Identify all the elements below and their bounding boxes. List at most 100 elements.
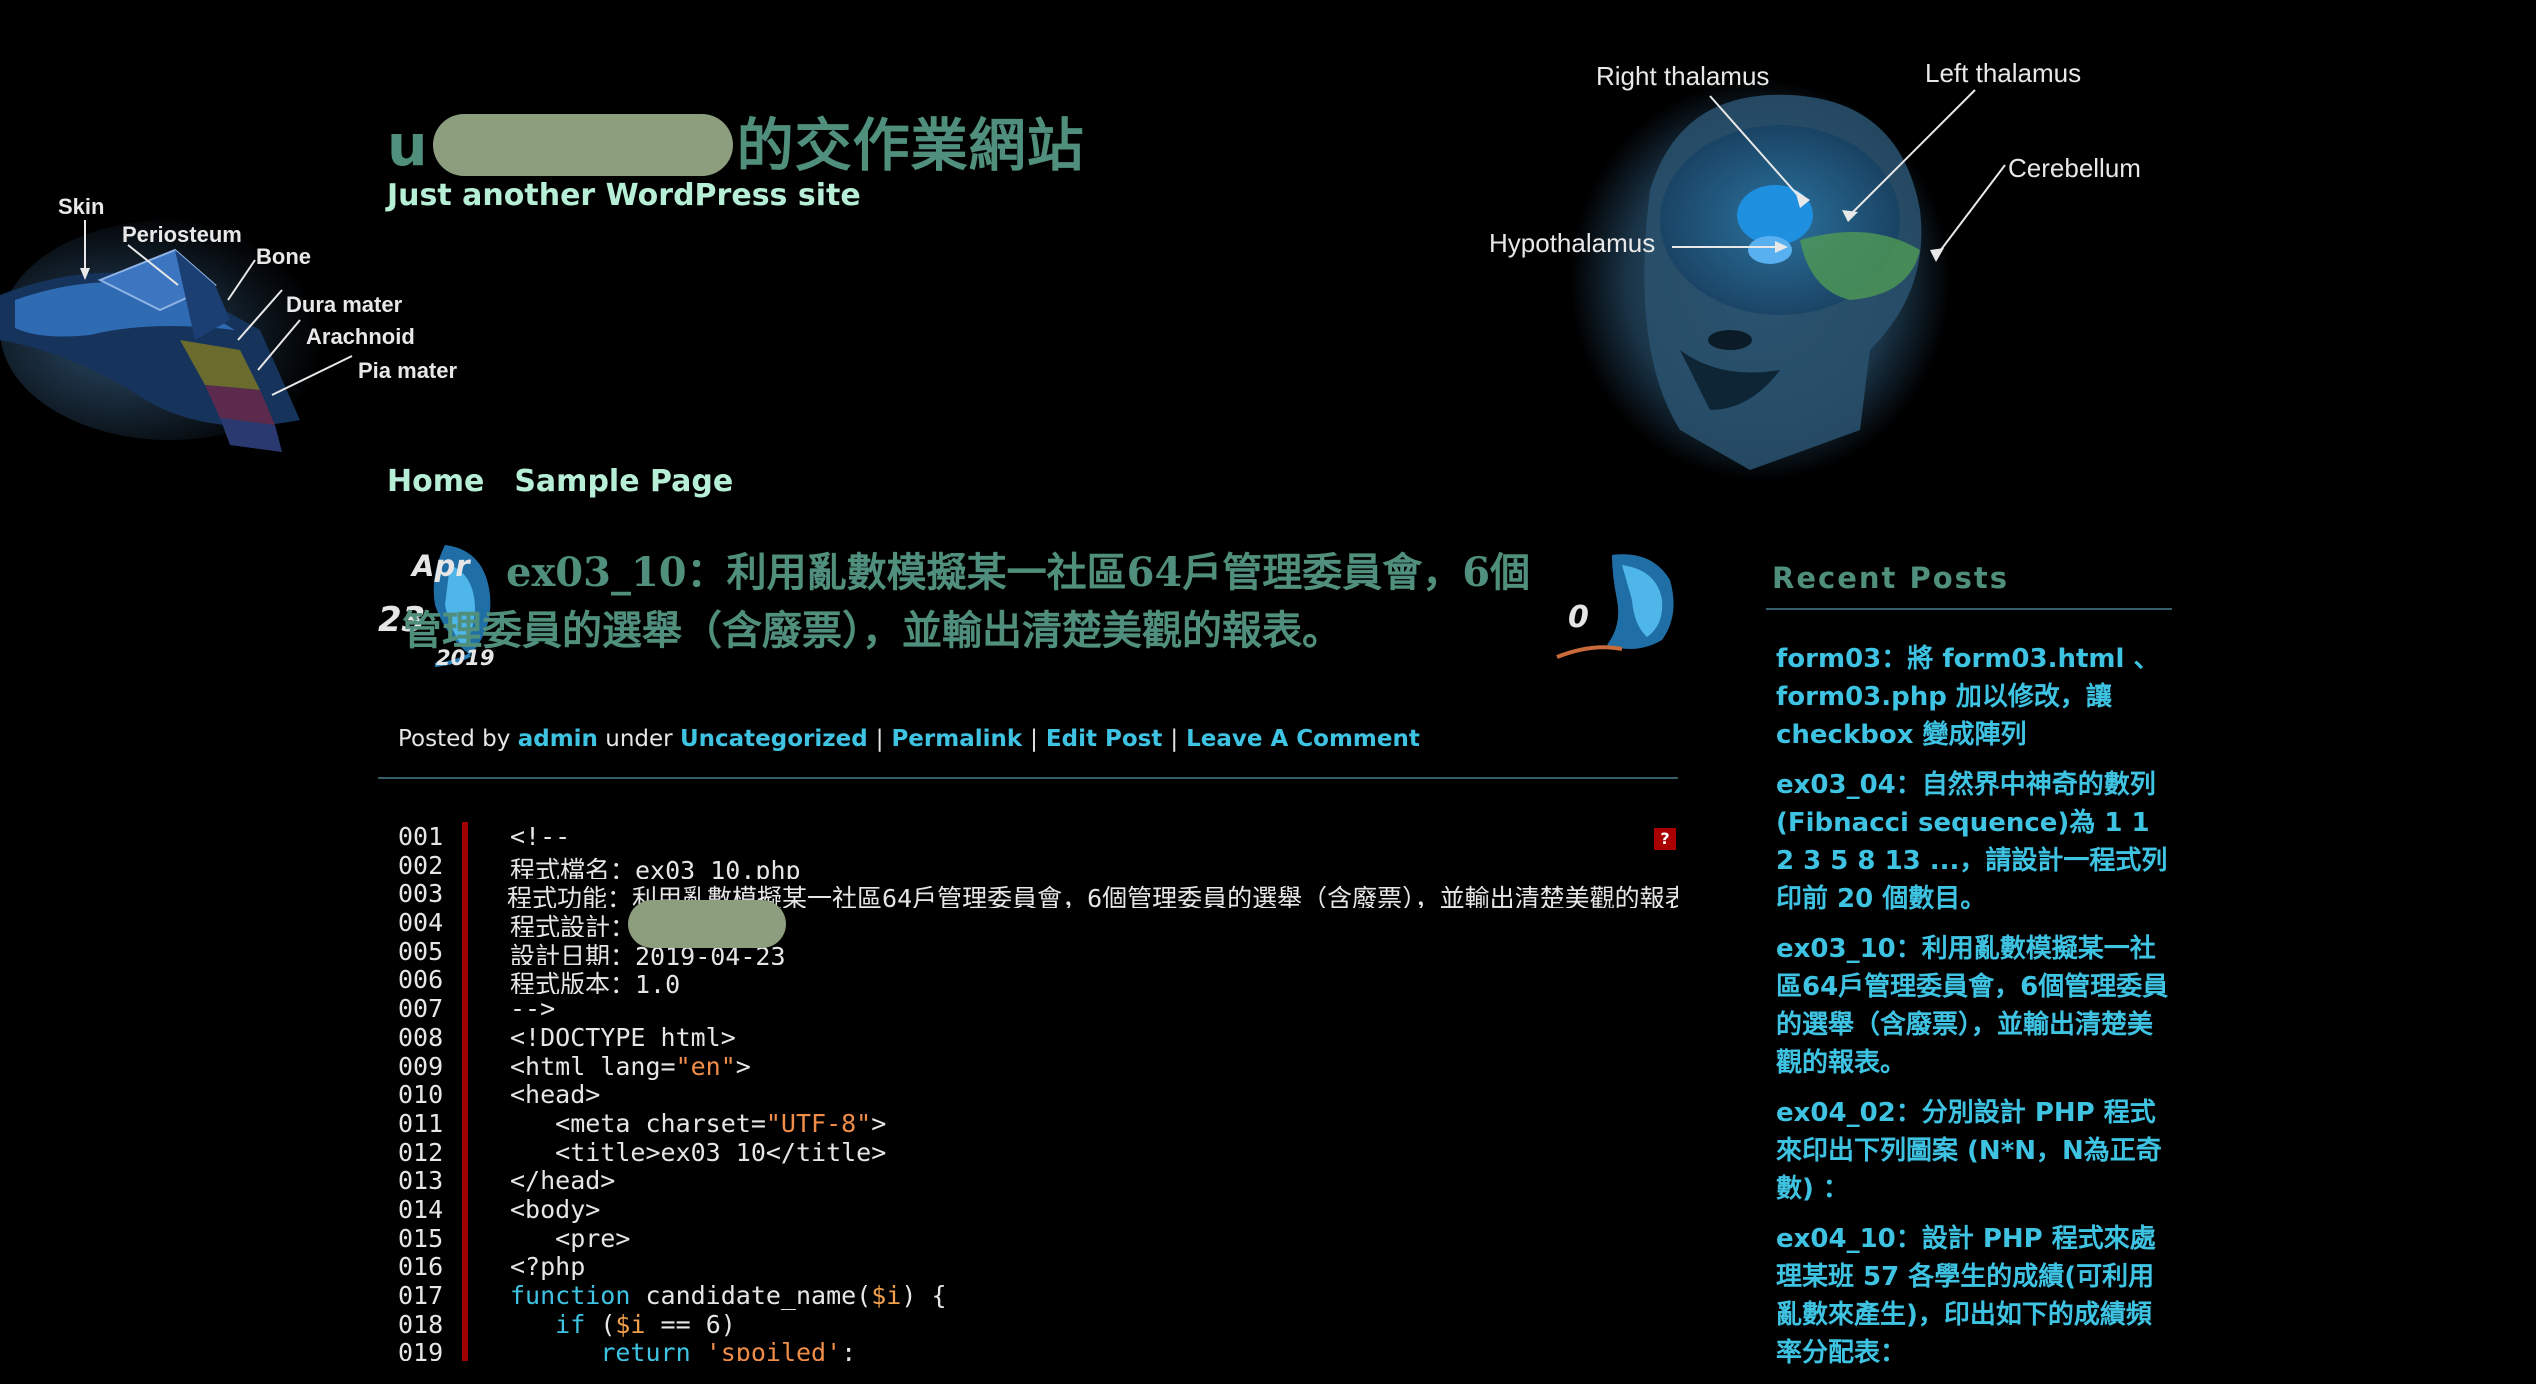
list-item: ex03_10：利用亂數模擬某一社區64戶管理委員會，6個管理委員的選舉（含廢票… <box>1776 930 2176 1082</box>
code-text: <!DOCTYPE html> <box>496 1023 736 1052</box>
code-text: <!-- <box>496 822 570 851</box>
label-hypothalamus: Hypothalamus <box>1489 228 1655 258</box>
brain-illustration: Right thalamus Left thalamus Cerebellum … <box>1489 58 2141 480</box>
code-line: 005 設計日期：2019-04-23 <box>398 937 1678 966</box>
code-line: 001 <!-- <box>398 822 1678 851</box>
code-token: 程式檔名：ex03_10.php <box>510 855 801 880</box>
recent-post-link[interactable]: ex03_04：自然界中神奇的數列(Fibnacci sequence)為 1 … <box>1776 770 2167 914</box>
code-token: $i <box>615 1309 646 1339</box>
code-text: 程式檔名：ex03_10.php <box>496 851 801 880</box>
code-text: <body> <box>496 1195 600 1224</box>
label-skin: Skin <box>58 194 104 219</box>
post-meta: Posted by admin under Uncategorized | Perm… <box>398 726 1420 752</box>
list-item: ex04_02：分別設計 PHP 程式來印出下列圖案 (N*N，N為正奇數) ： <box>1776 1094 2176 1208</box>
line-number: 002 <box>398 850 444 880</box>
list-item: form03：將 form03.html 、form03.php 加以修改，讓 … <box>1776 640 2176 754</box>
label-periosteum: Periosteum <box>122 222 242 247</box>
list-item: ex03_04：自然界中神奇的數列(Fibnacci sequence)為 1 … <box>1776 766 2176 918</box>
code-token: "UTF-8" <box>765 1108 872 1138</box>
code-line: 008 <!DOCTYPE html> <box>398 1023 1678 1052</box>
recent-posts-heading: Recent Posts <box>1772 561 2010 595</box>
category-link[interactable]: Uncategorized <box>680 726 868 752</box>
recent-post-link[interactable]: form03：將 form03.html 、form03.php 加以修改，讓 … <box>1776 644 2159 750</box>
code-text: <title>ex03_10</title> <box>496 1138 886 1167</box>
code-token: ) { <box>901 1281 947 1310</box>
line-number: 008 <box>398 1022 444 1052</box>
author-link[interactable]: admin <box>518 726 598 752</box>
code-token: --> <box>510 994 556 1023</box>
code-token: <?php <box>510 1252 586 1281</box>
line-number: 011 <box>398 1108 444 1138</box>
code-token: <meta charset= <box>510 1108 766 1138</box>
code-token: <title>ex03_10</title> <box>510 1137 887 1167</box>
code-text: </head> <box>496 1166 615 1195</box>
label-pia-mater: Pia mater <box>358 358 457 383</box>
code-token: <!DOCTYPE html> <box>510 1022 736 1052</box>
line-number: 009 <box>398 1051 444 1081</box>
under-text: under <box>605 726 673 752</box>
line-number: 004 <box>398 908 444 938</box>
code-line: 010 <head> <box>398 1080 1678 1109</box>
code-help-button[interactable]: ? <box>1654 828 1676 850</box>
line-number: 006 <box>398 965 444 995</box>
label-cerebellum: Cerebellum <box>2008 153 2141 183</box>
code-token: candidate_name( <box>630 1281 872 1310</box>
code-token: return <box>600 1338 691 1361</box>
code-line: 007 --> <box>398 994 1678 1023</box>
code-token: </head> <box>510 1166 616 1195</box>
line-number: 018 <box>398 1309 444 1339</box>
line-number: 019 <box>398 1338 444 1361</box>
code-token: function <box>510 1281 631 1310</box>
posted-by-text: Posted by <box>398 726 511 752</box>
code-line: 004 程式設計： <box>398 908 1678 937</box>
code-line: 014 <body> <box>398 1195 1678 1224</box>
permalink-link[interactable]: Permalink <box>891 726 1022 752</box>
label-right-thalamus: Right thalamus <box>1596 61 1769 91</box>
code-text: <meta charset="UTF-8"> <box>496 1109 886 1138</box>
code-token: <pre> <box>510 1223 631 1253</box>
leave-comment-link[interactable]: Leave A Comment <box>1186 726 1420 752</box>
code-text: if ($i == 6) <box>496 1310 736 1339</box>
edit-post-link[interactable]: Edit Post <box>1046 726 1162 752</box>
line-number: 014 <box>398 1194 444 1224</box>
line-number: 007 <box>398 994 444 1024</box>
recent-post-link[interactable]: ex04_10：設計 PHP 程式來處理某班 57 各學生的成績(可利用亂數來產… <box>1776 1224 2156 1368</box>
code-token: == 6) <box>645 1309 736 1339</box>
comment-count[interactable]: 0 <box>1568 600 1589 635</box>
code-line: 002 程式檔名：ex03_10.php <box>398 851 1678 880</box>
label-dura-mater: Dura mater <box>286 292 403 317</box>
code-line: 013 </head> <box>398 1166 1678 1195</box>
code-text: --> <box>496 994 555 1023</box>
post-title[interactable]: ex03_10：利用亂數模擬某一社區64戶管理委員會，6個管理委員的選舉（含廢票… <box>402 544 1542 660</box>
line-number: 013 <box>398 1166 444 1196</box>
nav-home[interactable]: Home <box>387 464 484 499</box>
label-bone: Bone <box>256 244 311 269</box>
code-token: ( <box>585 1309 616 1339</box>
recent-post-link[interactable]: ex04_02：分別設計 PHP 程式來印出下列圖案 (N*N，N為正奇數) ： <box>1776 1098 2162 1204</box>
site-title[interactable]: u 的交作業網站 <box>387 100 1085 182</box>
list-item: ex04_10：設計 PHP 程式來處理某班 57 各學生的成績(可利用亂數來產… <box>1776 1220 2176 1372</box>
recent-posts-list: form03：將 form03.html 、form03.php 加以修改，讓 … <box>1776 640 2176 1384</box>
nav-sample-page[interactable]: Sample Page <box>514 464 733 499</box>
line-number: 016 <box>398 1252 444 1282</box>
site-title-prefix: u <box>387 113 429 179</box>
code-line: 018 if ($i == 6) <box>398 1310 1678 1339</box>
meta-separator: | <box>875 726 884 752</box>
code-token: <body> <box>510 1194 601 1224</box>
skull-layers-illustration: Skin Periosteum Bone Dura mater Arachnoi… <box>0 194 457 452</box>
line-number: 012 <box>398 1137 444 1167</box>
line-number: 005 <box>398 936 444 966</box>
code-text: return 'spoiled'; <box>496 1338 856 1361</box>
label-left-thalamus: Left thalamus <box>1925 58 2081 88</box>
post-divider <box>378 777 1678 779</box>
recent-post-link[interactable]: ex03_10：利用亂數模擬某一社區64戶管理委員會，6個管理委員的選舉（含廢票… <box>1776 934 2168 1078</box>
code-line: 009 <html lang="en"> <box>398 1052 1678 1081</box>
code-line: 003 程式功能：利用亂數模擬某一社區64戶管理委員會，6個管理委員的選舉（含廢票… <box>398 879 1678 908</box>
code-text: <?php <box>496 1252 585 1281</box>
code-block[interactable]: 001 <!-- 002 程式檔名：ex03_10.php 003 程式功能：利用亂數模擬… <box>398 822 1678 1361</box>
code-token: > <box>871 1108 887 1138</box>
code-token: <!-- <box>510 822 571 851</box>
